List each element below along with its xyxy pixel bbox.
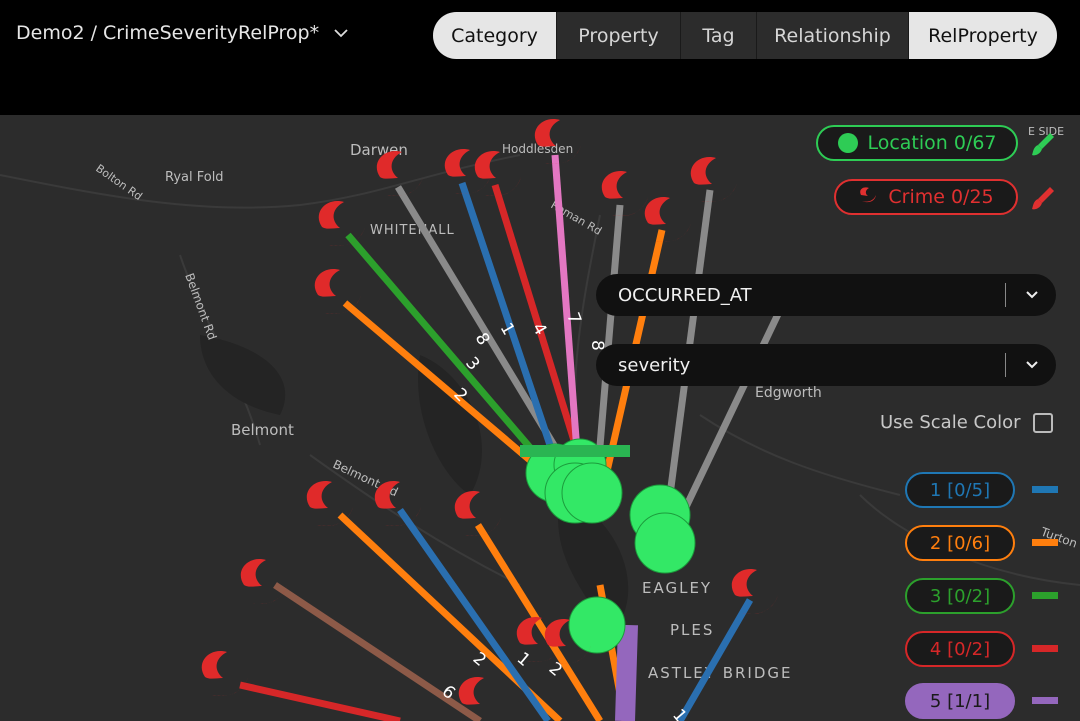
- tab-relproperty[interactable]: RelProperty: [909, 12, 1057, 59]
- chevron-down-icon[interactable]: [1024, 287, 1040, 303]
- category-location[interactable]: Location 0/67: [816, 125, 1018, 161]
- breadcrumb[interactable]: Demo2 / CrimeSeverityRelProp*: [16, 22, 349, 44]
- severity-swatch: [1032, 539, 1058, 546]
- edge-label: 2: [469, 649, 490, 671]
- location-node: [568, 596, 626, 654]
- tab-relationship[interactable]: Relationship: [757, 12, 909, 59]
- edge-label: 2: [545, 659, 566, 681]
- scale-color-toggle[interactable]: Use Scale Color: [880, 412, 1053, 433]
- edge-label: 6: [438, 682, 459, 704]
- map-place-label: Belmont: [231, 421, 294, 439]
- severity-legend-item[interactable]: 5 [1/1]: [905, 683, 1015, 719]
- crime-node: [318, 201, 365, 247]
- breadcrumb-label: Demo2 / CrimeSeverityRelProp*: [16, 22, 320, 44]
- relationship-select[interactable]: OCCURRED_AT: [596, 274, 1056, 316]
- chevron-down-icon[interactable]: [333, 25, 349, 41]
- crime-node: [201, 651, 248, 697]
- map-place-label: EAGLEY: [642, 579, 712, 597]
- category-label: Crime 0/25: [888, 186, 994, 208]
- edge: [676, 598, 754, 721]
- edge-label: 8: [471, 330, 494, 349]
- crime-node: [458, 677, 484, 705]
- map-place-label: Turton: [1038, 524, 1079, 550]
- chevron-down-icon[interactable]: [1024, 357, 1040, 373]
- severity-swatch: [1032, 697, 1058, 704]
- scale-color-checkbox[interactable]: [1032, 412, 1053, 433]
- paintbrush-icon[interactable]: [1030, 185, 1056, 211]
- edge: [239, 681, 401, 721]
- severity-swatch: [1032, 592, 1058, 599]
- crime-node: [240, 559, 287, 605]
- map-place-label: Belmont Rd: [182, 271, 219, 342]
- severity-legend-item[interactable]: 4 [0/2]: [905, 631, 1015, 667]
- edge-label: 1: [513, 649, 534, 671]
- edge: [615, 624, 638, 721]
- top-bar: Demo2 / CrimeSeverityRelProp* Category P…: [0, 0, 1080, 115]
- severity-legend-item[interactable]: 2 [0/6]: [905, 525, 1015, 561]
- tab-category[interactable]: Category: [433, 12, 557, 59]
- edge: [397, 507, 551, 721]
- crime-node: [690, 157, 737, 203]
- tab-bar: Category Property Tag Relationship RelPr…: [433, 12, 1057, 59]
- crime-node: [601, 171, 648, 217]
- severity-legend-item[interactable]: 3 [0/2]: [905, 578, 1015, 614]
- map-place-label: Darwen: [350, 141, 408, 159]
- category-crime[interactable]: Crime 0/25: [834, 179, 1018, 215]
- severity-legend-item[interactable]: 1 [0/5]: [905, 472, 1015, 508]
- location-node: [634, 512, 696, 574]
- crime-node: [644, 197, 691, 243]
- scale-color-label: Use Scale Color: [880, 412, 1021, 433]
- map-canvas[interactable]: Darwen Hoddlesden Ryal Fold Bolton Rd WH…: [0, 115, 1080, 721]
- map-place-label: Edgworth: [755, 385, 822, 401]
- severity-swatch: [1032, 645, 1058, 652]
- severity-swatch: [1032, 486, 1058, 493]
- paintbrush-icon[interactable]: [1030, 131, 1056, 157]
- location-dot-icon: [838, 133, 859, 153]
- category-label: Location 0/67: [867, 132, 997, 154]
- tab-property[interactable]: Property: [557, 12, 681, 59]
- map-place-label: Ryal Fold: [165, 170, 224, 185]
- map-place-label: ASTLEY BRIDGE: [648, 664, 793, 682]
- tab-tag[interactable]: Tag: [681, 12, 757, 59]
- map-place-label: WHITEHALL: [370, 223, 455, 238]
- crime-icon: [860, 187, 877, 203]
- property-select-value: severity: [618, 354, 691, 376]
- map-place-label: PLES: [670, 621, 714, 639]
- location-node: [561, 462, 623, 524]
- relationship-select-value: OCCURRED_AT: [618, 284, 752, 306]
- property-select[interactable]: severity: [596, 344, 1056, 386]
- crime-node: [731, 569, 778, 615]
